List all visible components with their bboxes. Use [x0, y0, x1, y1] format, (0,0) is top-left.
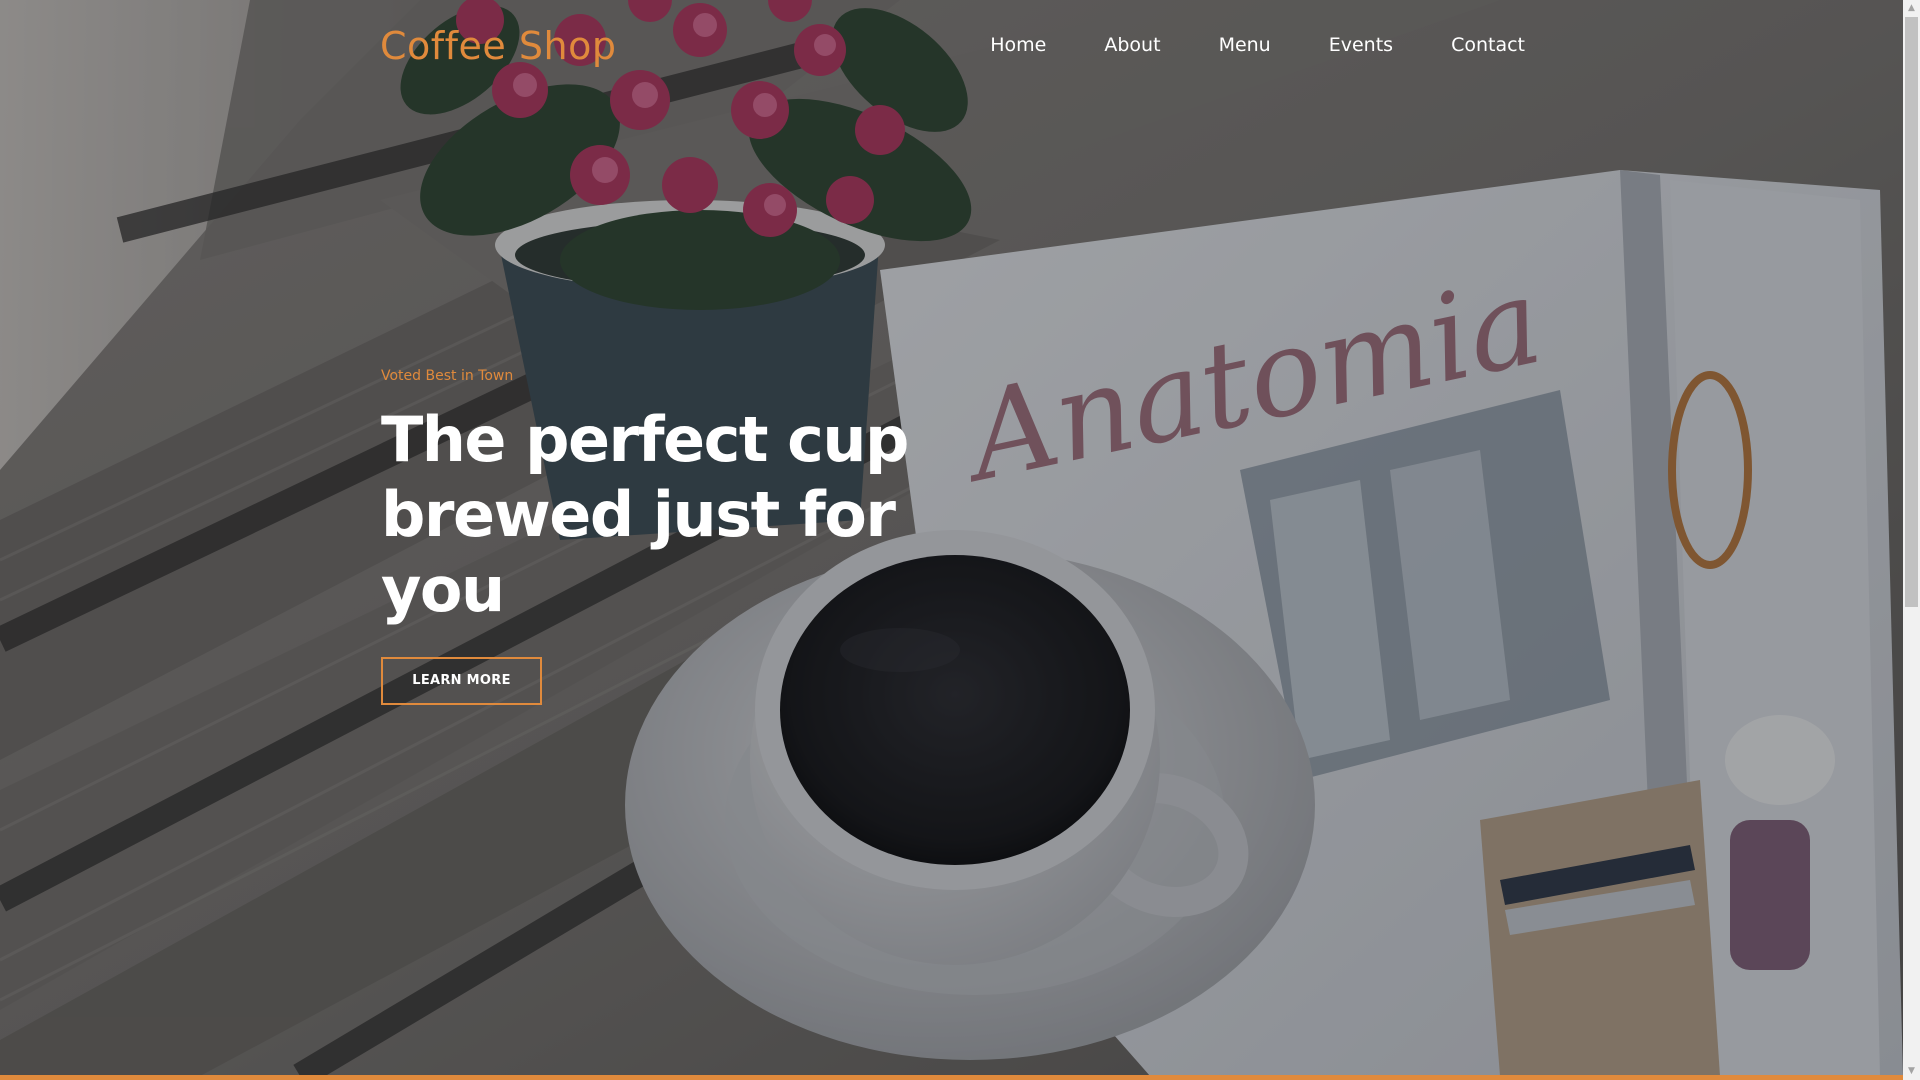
navbar: Coffee Shop Home About Menu Events Conta…	[380, 20, 1525, 74]
learn-more-button[interactable]: LEARN MORE	[381, 657, 542, 705]
hero-section: Anatomia Coffee Shop Home About Menu Eve…	[0, 0, 1903, 1076]
nav-menu: Home About Menu Events Contact	[932, 34, 1525, 56]
nav-link-home[interactable]: Home	[990, 34, 1046, 56]
nav-link-about[interactable]: About	[1104, 34, 1160, 56]
nav-item-about: About	[1104, 34, 1160, 56]
section-divider-strip	[0, 1075, 1903, 1080]
chevron-up-icon[interactable]: ▲	[1903, 0, 1920, 17]
nav-item-home: Home	[990, 34, 1046, 56]
hero-overlay	[0, 0, 1903, 1076]
brand-logo[interactable]: Coffee Shop	[380, 24, 616, 68]
hero-content: Voted Best in Town The perfect cup brewe…	[381, 368, 941, 705]
vertical-scrollbar[interactable]: ▲ ▼	[1903, 0, 1920, 1080]
nav-item-events: Events	[1329, 34, 1393, 56]
nav-link-events[interactable]: Events	[1329, 34, 1393, 56]
hero-headline: The perfect cup brewed just for you	[381, 403, 909, 626]
nav-item-menu: Menu	[1219, 34, 1271, 56]
chevron-down-icon[interactable]: ▼	[1903, 1063, 1920, 1080]
hero-eyebrow: Voted Best in Town	[381, 368, 514, 384]
nav-link-contact[interactable]: Contact	[1451, 34, 1525, 56]
viewport: Anatomia Coffee Shop Home About Menu Eve…	[0, 0, 1920, 1080]
nav-item-contact: Contact	[1451, 34, 1525, 56]
nav-link-menu[interactable]: Menu	[1219, 34, 1271, 56]
scrollbar-thumb[interactable]	[1905, 17, 1918, 607]
